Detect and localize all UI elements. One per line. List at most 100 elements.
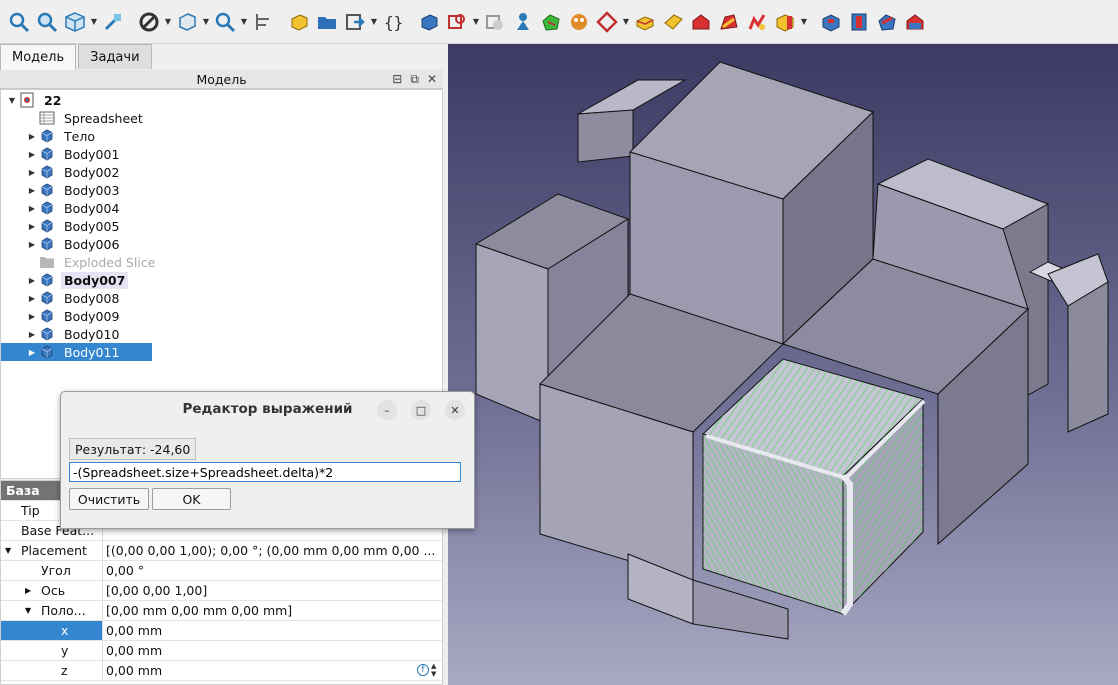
- property-value[interactable]: [(0,00 0,00 1,00); 0,00 °; (0,00 mm 0,00…: [103, 541, 442, 560]
- collapse-icon[interactable]: ⊟: [392, 72, 402, 86]
- tree-item[interactable]: ▶ Body010: [25, 325, 122, 343]
- group-icon[interactable]: [314, 9, 340, 35]
- subshape-binder-icon[interactable]: [538, 9, 564, 35]
- property-row[interactable]: y 0,00 mm: [1, 641, 442, 661]
- part-icon[interactable]: [286, 9, 312, 35]
- float-panel-icon[interactable]: ⧉: [410, 72, 419, 87]
- tree-item[interactable]: Exploded Slice: [25, 253, 158, 271]
- pad-icon[interactable]: [632, 9, 658, 35]
- property-expander-icon[interactable]: ▼: [5, 546, 21, 555]
- expand-open-icon[interactable]: ▼: [5, 96, 19, 105]
- fit-all-icon[interactable]: [6, 9, 32, 35]
- link-icon[interactable]: [342, 9, 368, 35]
- chevron-down-icon[interactable]: ▼: [370, 9, 378, 35]
- ok-button[interactable]: OK: [152, 488, 231, 510]
- hole-icon[interactable]: [846, 9, 872, 35]
- additive-primitive-icon[interactable]: [772, 9, 798, 35]
- groove-icon[interactable]: [874, 9, 900, 35]
- tree-item[interactable]: ▶ Body011: [1, 343, 152, 361]
- tree-item[interactable]: Spreadsheet: [25, 109, 146, 127]
- property-value[interactable]: 0,00 mm: [103, 641, 442, 660]
- chevron-down-icon[interactable]: ▼: [472, 9, 480, 35]
- expand-closed-icon[interactable]: ▶: [25, 312, 39, 321]
- zoom-icon[interactable]: [212, 9, 238, 35]
- tree-item[interactable]: ▶ Body002: [25, 163, 122, 181]
- expand-closed-icon[interactable]: ▶: [25, 132, 39, 141]
- revolution-icon[interactable]: [660, 9, 686, 35]
- draw-style-icon[interactable]: [136, 9, 162, 35]
- tree-item[interactable]: ▶ Body004: [25, 199, 122, 217]
- property-value[interactable]: 0,00 mm: [103, 661, 442, 680]
- expand-closed-icon[interactable]: ▶: [25, 186, 39, 195]
- body-icon[interactable]: [416, 9, 442, 35]
- property-name-cell: z: [1, 661, 103, 680]
- 3d-model-render[interactable]: [448, 44, 1118, 685]
- sketch-icon[interactable]: [444, 9, 470, 35]
- expression-input[interactable]: [69, 462, 461, 482]
- 3d-viewport[interactable]: [448, 44, 1118, 685]
- bounding-box-icon[interactable]: [174, 9, 200, 35]
- tree-item[interactable]: ▶ Body005: [25, 217, 122, 235]
- chevron-down-icon[interactable]: ▼: [164, 9, 172, 35]
- measure-icon[interactable]: [100, 9, 126, 35]
- additive-pipe-icon[interactable]: [716, 9, 742, 35]
- expand-closed-icon[interactable]: ▶: [25, 330, 39, 339]
- close-icon[interactable]: ✕: [427, 72, 437, 86]
- expand-closed-icon[interactable]: ▶: [25, 348, 39, 357]
- property-row[interactable]: ▼ Поло... [0,00 mm 0,00 mm 0,00 mm]: [1, 601, 442, 621]
- pocket-icon[interactable]: [818, 9, 844, 35]
- property-row[interactable]: ▼ Placement [(0,00 0,00 1,00); 0,00 °; (0,…: [1, 541, 442, 561]
- tree-item[interactable]: ▶ Тело: [25, 127, 98, 145]
- tree-item[interactable]: ▶ Body007: [25, 271, 129, 289]
- property-row[interactable]: z 0,00 mm: [1, 661, 442, 681]
- tree-item[interactable]: ▶ Body001: [25, 145, 122, 163]
- expand-closed-icon[interactable]: ▶: [25, 222, 39, 231]
- property-name-cell: ▼ Поло...: [1, 601, 103, 620]
- property-expander-icon[interactable]: ▼: [25, 606, 41, 615]
- additive-loft-icon[interactable]: [688, 9, 714, 35]
- subtractive-loft-icon[interactable]: [902, 9, 928, 35]
- expand-closed-icon[interactable]: ▶: [25, 168, 39, 177]
- property-row[interactable]: ▶ Ось [0,00 0,00 1,00]: [1, 581, 442, 601]
- tree-item[interactable]: ▶ Body003: [25, 181, 122, 199]
- macro-icon[interactable]: {}: [380, 9, 406, 35]
- tab-tasks[interactable]: Задачи: [78, 44, 152, 69]
- chevron-down-icon[interactable]: ▼: [800, 9, 808, 35]
- tree-root[interactable]: ▼ 22: [5, 91, 64, 109]
- chevron-down-icon[interactable]: ▼: [622, 9, 630, 35]
- expand-closed-icon[interactable]: ▶: [25, 204, 39, 213]
- close-button[interactable]: ✕: [445, 400, 465, 420]
- datum-plane-icon[interactable]: [594, 9, 620, 35]
- chevron-down-icon[interactable]: ▼: [240, 9, 248, 35]
- tree-item[interactable]: ▶ Body009: [25, 307, 122, 325]
- clear-button[interactable]: Очистить: [69, 488, 149, 510]
- tree-item[interactable]: ▶ Body008: [25, 289, 122, 307]
- expand-closed-icon[interactable]: ▶: [25, 150, 39, 159]
- attach-icon[interactable]: [510, 9, 536, 35]
- standard-views-icon[interactable]: [62, 9, 88, 35]
- property-value[interactable]: 0,00 °: [103, 561, 442, 580]
- tab-model[interactable]: Модель: [0, 44, 77, 70]
- expand-closed-icon[interactable]: ▶: [25, 240, 39, 249]
- chevron-down-icon[interactable]: ▼: [90, 9, 98, 35]
- property-value[interactable]: [0,00 mm 0,00 mm 0,00 mm]: [103, 601, 442, 620]
- additive-helix-icon[interactable]: [744, 9, 770, 35]
- clone-icon[interactable]: [566, 9, 592, 35]
- validate-sketch-icon[interactable]: [482, 9, 508, 35]
- property-expander-icon[interactable]: ▶: [25, 586, 41, 595]
- body-icon: [39, 128, 55, 144]
- chevron-down-icon[interactable]: ▼: [202, 9, 210, 35]
- maximize-button[interactable]: □: [411, 400, 431, 420]
- property-value[interactable]: 0,00 mm: [103, 621, 442, 640]
- property-value[interactable]: [0,00 0,00 1,00]: [103, 581, 442, 600]
- minimize-button[interactable]: –: [377, 400, 397, 420]
- expand-closed-icon[interactable]: ▶: [25, 276, 39, 285]
- property-row[interactable]: x 0,00 mm: [1, 621, 442, 641]
- measure-distance-icon[interactable]: [250, 9, 276, 35]
- spin-arrows-icon[interactable]: ▲ ▼: [431, 662, 436, 678]
- expand-closed-icon[interactable]: ▶: [25, 294, 39, 303]
- fit-selection-icon[interactable]: [34, 9, 60, 35]
- expression-binding-icon[interactable]: f: [417, 664, 429, 676]
- tree-item[interactable]: ▶ Body006: [25, 235, 122, 253]
- property-row[interactable]: Угол 0,00 °: [1, 561, 442, 581]
